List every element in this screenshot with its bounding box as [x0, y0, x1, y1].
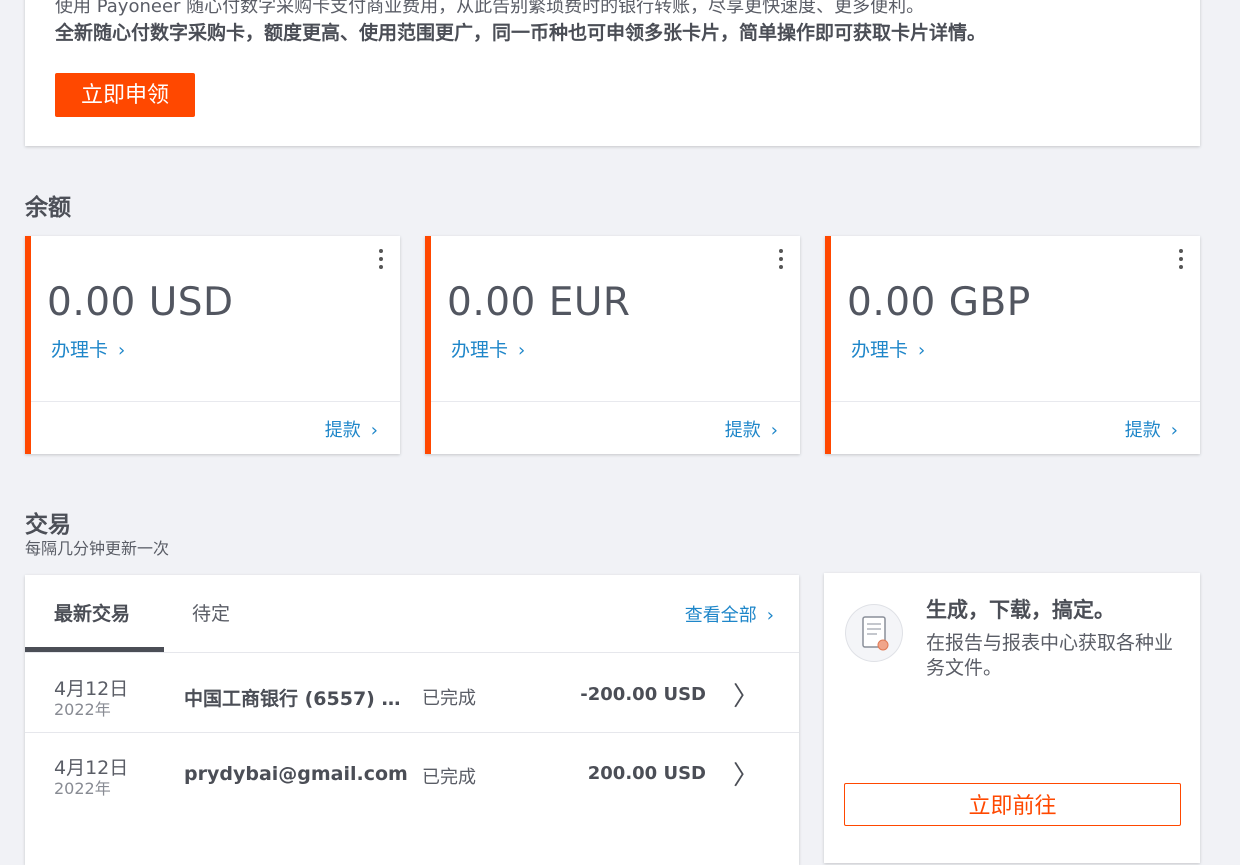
- tx-amount: -200.00 USD: [580, 684, 706, 705]
- tx-status: 已完成: [422, 688, 476, 709]
- view-all-link[interactable]: 查看全部 ›: [685, 601, 774, 627]
- more-options-icon[interactable]: [377, 249, 385, 275]
- chevron-right-icon[interactable]: 〉: [733, 676, 759, 713]
- promo-line-1: 使用 Payoneer 随心付数字采购卡支付商业费用，从此告别繁琐费时的银行转账…: [55, 0, 925, 17]
- transactions-panel: 最新交易 待定 查看全部 › 4月12日 2022年 中国工商银行 (6557) …: [25, 575, 799, 865]
- tx-year: 2022年: [54, 779, 111, 798]
- chevron-right-icon: ›: [118, 340, 126, 361]
- go-now-button[interactable]: 立即前往: [844, 783, 1181, 826]
- accent-bar: [25, 236, 31, 454]
- chevron-right-icon: ›: [918, 340, 926, 361]
- chevron-right-icon: ›: [370, 420, 378, 441]
- more-options-icon[interactable]: [1177, 249, 1185, 275]
- tab-latest-transactions[interactable]: 最新交易: [54, 599, 130, 626]
- document-icon: [846, 605, 902, 661]
- divider: [25, 652, 799, 653]
- promo-line-2: 全新随心付数字采购卡，额度更高、使用范围更广，同一币种也可申领多张卡片，简单操作…: [55, 22, 987, 44]
- tx-amount: 200.00 USD: [587, 763, 706, 784]
- balance-card-eur: 0.00 EUR 办理卡 › 提款 ›: [425, 236, 800, 454]
- chevron-right-icon: ›: [770, 420, 778, 441]
- balance-amount: 0.00 GBP: [847, 280, 1031, 325]
- tx-counterparty: 中国工商银行 (6557) …: [184, 688, 401, 710]
- divider: [831, 401, 1200, 402]
- tx-counterparty: prydybai@gmail.com: [184, 763, 408, 785]
- transactions-subtitle: 每隔几分钟更新一次: [25, 539, 170, 558]
- get-card-link[interactable]: 办理卡 ›: [51, 335, 125, 362]
- accent-bar: [425, 236, 431, 454]
- table-row[interactable]: 4月12日 2022年 prydybai@gmail.com 已完成 200.0…: [25, 733, 799, 811]
- balance-amount: 0.00 USD: [47, 280, 234, 325]
- balance-card-usd: 0.00 USD 办理卡 › 提款 ›: [25, 236, 400, 454]
- withdraw-link[interactable]: 提款 ›: [325, 416, 378, 442]
- reports-description: 在报告与报表中心获取各种业务文件。: [926, 632, 1174, 679]
- chevron-right-icon: ›: [1170, 420, 1178, 441]
- more-options-icon[interactable]: [777, 249, 785, 275]
- balance-heading: 余额: [25, 195, 71, 221]
- get-card-link[interactable]: 办理卡 ›: [451, 335, 525, 362]
- chevron-right-icon[interactable]: 〉: [733, 755, 759, 792]
- chevron-right-icon: ›: [766, 605, 774, 626]
- chevron-right-icon: ›: [518, 340, 526, 361]
- digital-card-promo: 使用 Payoneer 随心付数字采购卡支付商业费用，从此告别繁琐费时的银行转账…: [25, 0, 1200, 146]
- balance-amount: 0.00 EUR: [447, 280, 631, 325]
- transactions-heading: 交易: [25, 512, 71, 538]
- get-card-link[interactable]: 办理卡 ›: [851, 335, 925, 362]
- tab-pending[interactable]: 待定: [192, 599, 230, 626]
- tx-status: 已完成: [422, 767, 476, 788]
- balance-card-gbp: 0.00 GBP 办理卡 › 提款 ›: [825, 236, 1200, 454]
- reports-panel: 生成，下载，搞定。 在报告与报表中心获取各种业务文件。 立即前往: [824, 573, 1200, 863]
- withdraw-link[interactable]: 提款 ›: [725, 416, 778, 442]
- divider: [31, 401, 400, 402]
- divider: [431, 401, 800, 402]
- accent-bar: [825, 236, 831, 454]
- table-row[interactable]: 4月12日 2022年 中国工商银行 (6557) … 已完成 -200.00 …: [25, 654, 799, 732]
- withdraw-link[interactable]: 提款 ›: [1125, 416, 1178, 442]
- tx-year: 2022年: [54, 700, 111, 719]
- apply-now-button[interactable]: 立即申领: [55, 73, 195, 117]
- reports-title: 生成，下载，搞定。: [926, 598, 1115, 622]
